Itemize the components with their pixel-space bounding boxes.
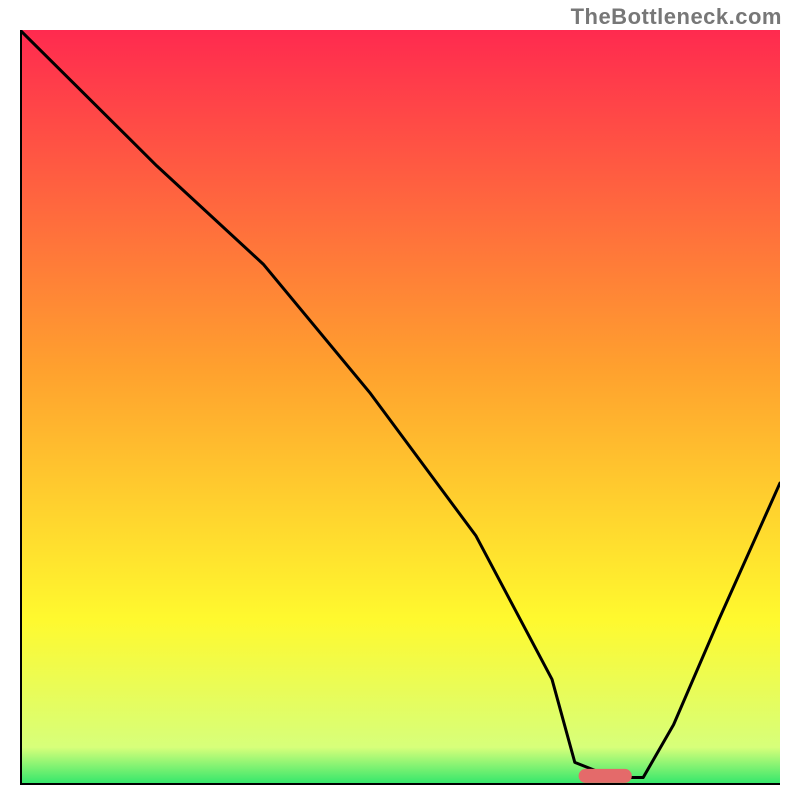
chart-container xyxy=(20,30,780,785)
watermark-text: TheBottleneck.com xyxy=(571,4,782,30)
bottleneck-chart xyxy=(20,30,780,785)
